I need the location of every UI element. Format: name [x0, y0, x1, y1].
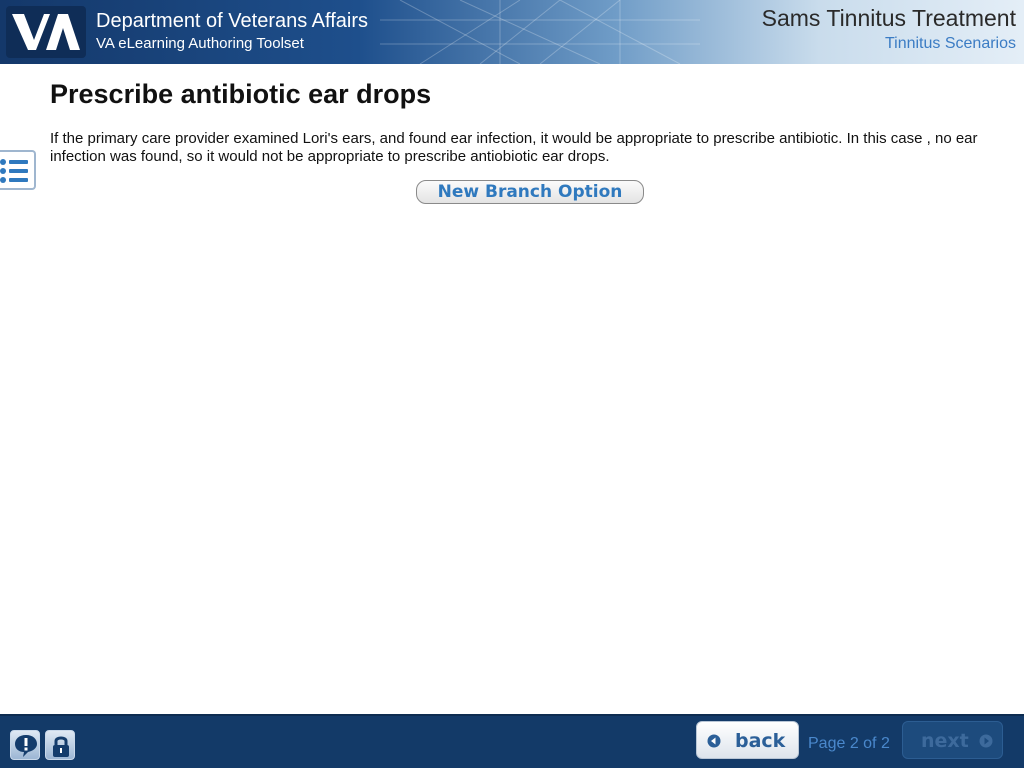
app-footer: back Page 2 of 2 next: [0, 714, 1024, 768]
course-subtitle: Tinnitus Scenarios: [884, 35, 1016, 52]
lock-icon: [53, 736, 69, 757]
back-button[interactable]: back: [696, 721, 799, 759]
next-label: next: [921, 730, 969, 752]
help-exclamation-icon: [15, 735, 37, 757]
next-arrow-icon: [979, 734, 993, 748]
page-title: Prescribe antibiotic ear drops: [50, 79, 432, 109]
page-body-text: If the primary care provider examined Lo…: [50, 130, 978, 165]
org-name: Department of Veterans Affairs: [96, 10, 369, 32]
next-button: next: [902, 721, 1003, 759]
course-title: Sams Tinnitus Treatment: [761, 5, 1016, 31]
lock-button[interactable]: [45, 730, 75, 760]
new-branch-option-button[interactable]: New Branch Option: [416, 180, 644, 204]
toolset-name: VA eLearning Authoring Toolset: [96, 35, 304, 52]
list-menu-icon: [0, 159, 28, 183]
va-logo-icon: [6, 6, 86, 58]
app-header: Department of Veterans Affairs VA eLearn…: [0, 0, 1024, 64]
menu-toggle-button[interactable]: [0, 150, 36, 190]
page-indicator: Page 2 of 2: [808, 735, 890, 752]
back-arrow-icon: [707, 734, 721, 748]
back-label: back: [735, 730, 786, 752]
help-button[interactable]: [10, 730, 40, 760]
